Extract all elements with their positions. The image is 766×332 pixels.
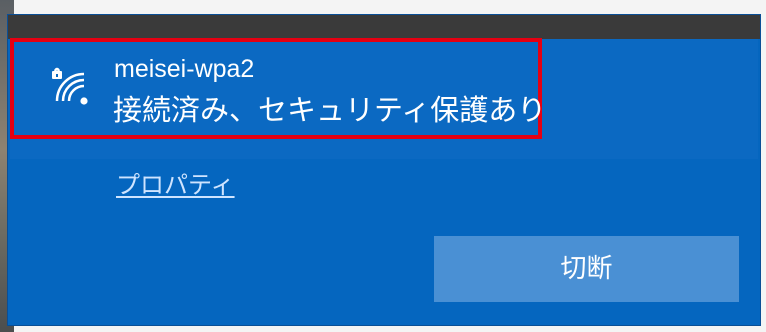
- wifi-secured-icon: [45, 61, 97, 113]
- panel-top-bar: [8, 15, 760, 39]
- disconnect-button[interactable]: 切断: [434, 236, 739, 302]
- network-flyout-screenshot: meisei-wpa2 接続済み、セキュリティ保護あり プロパティ 切断: [0, 0, 766, 332]
- properties-link[interactable]: プロパティ: [116, 170, 235, 200]
- network-name: meisei-wpa2: [114, 55, 255, 83]
- network-status: 接続済み、セキュリティ保護あり: [113, 93, 547, 127]
